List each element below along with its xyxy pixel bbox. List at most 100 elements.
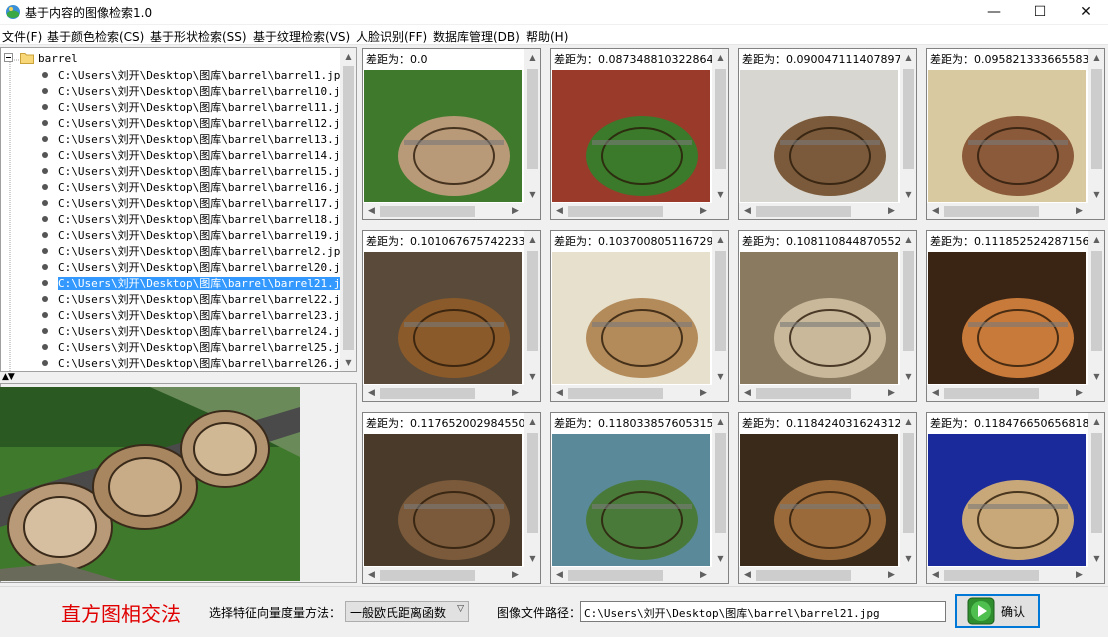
scroll-down-arrow-icon[interactable]: ▼ [712, 550, 728, 567]
scroll-left-arrow-icon[interactable]: ◀ [363, 567, 380, 583]
tile-vertical-scrollbar[interactable]: ▲ ▼ [900, 231, 916, 385]
tree-item[interactable]: C:\Users\刘开\Desktop\图库\barrel\barrel21.j… [42, 276, 355, 292]
result-tile[interactable]: 差距为：0.1010676757422335 ▲ ▼ ◀ ▶ [362, 230, 541, 402]
result-tile[interactable]: 差距为：0.09004711140789703 ▲ ▼ ◀ ▶ [738, 48, 917, 220]
confirm-button[interactable]: 确认 [955, 594, 1040, 628]
tile-horizontal-scrollbar[interactable]: ◀ ▶ [927, 203, 1088, 219]
result-tile[interactable]: 差距为：0.09582133366558362 ▲ ▼ ◀ ▶ [926, 48, 1105, 220]
scroll-thumb[interactable] [1091, 433, 1102, 533]
scroll-left-arrow-icon[interactable]: ◀ [739, 203, 756, 219]
scroll-thumb[interactable] [944, 570, 1039, 581]
scroll-up-arrow-icon[interactable]: ▲ [712, 231, 728, 248]
scroll-right-arrow-icon[interactable]: ▶ [695, 203, 712, 219]
result-tile[interactable]: 差距为：0.08734881032286425 ▲ ▼ ◀ ▶ [550, 48, 729, 220]
scroll-right-arrow-icon[interactable]: ▶ [507, 385, 524, 401]
tree-item[interactable]: C:\Users\刘开\Desktop\图库\barrel\barrel16.j… [42, 180, 354, 196]
tree-item[interactable]: C:\Users\刘开\Desktop\图库\barrel\barrel20.j… [42, 260, 354, 276]
scroll-thumb[interactable] [756, 570, 851, 581]
tile-horizontal-scrollbar[interactable]: ◀ ▶ [551, 385, 712, 401]
scroll-left-arrow-icon[interactable]: ◀ [927, 385, 944, 401]
menu-color-search[interactable]: 基于颜色检索(CS) [47, 28, 144, 45]
scroll-thumb[interactable] [903, 433, 914, 533]
scroll-right-arrow-icon[interactable]: ▶ [695, 385, 712, 401]
scroll-up-arrow-icon[interactable]: ▲ [524, 413, 540, 430]
image-path-input[interactable]: C:\Users\刘开\Desktop\图库\barrel\barrel21.j… [580, 601, 946, 622]
scroll-up-arrow-icon[interactable]: ▲ [524, 49, 540, 66]
menu-texture-search[interactable]: 基于纹理检索(VS) [253, 28, 350, 45]
tile-horizontal-scrollbar[interactable]: ◀ ▶ [927, 567, 1088, 583]
scroll-down-arrow-icon[interactable]: ▼ [524, 550, 540, 567]
tile-vertical-scrollbar[interactable]: ▲ ▼ [712, 231, 728, 385]
tile-horizontal-scrollbar[interactable]: ◀ ▶ [739, 203, 900, 219]
metric-select[interactable]: 一般欧氏距离函数 ▽ [345, 601, 469, 622]
scroll-up-arrow-icon[interactable]: ▲ [1088, 49, 1104, 66]
tile-vertical-scrollbar[interactable]: ▲ ▼ [900, 413, 916, 567]
tree-item[interactable]: C:\Users\刘开\Desktop\图库\barrel\barrel1.jp… [42, 68, 347, 84]
tile-vertical-scrollbar[interactable]: ▲ ▼ [524, 413, 540, 567]
scroll-thumb[interactable] [568, 570, 663, 581]
scroll-up-arrow-icon[interactable]: ▲ [900, 231, 916, 248]
scroll-up-arrow-icon[interactable]: ▲ [900, 413, 916, 430]
scroll-left-arrow-icon[interactable]: ◀ [927, 567, 944, 583]
menu-face-recognition[interactable]: 人脸识别(FF) [356, 28, 427, 45]
scroll-left-arrow-icon[interactable]: ◀ [927, 203, 944, 219]
tree-item[interactable]: C:\Users\刘开\Desktop\图库\barrel\barrel25.j… [42, 340, 354, 356]
scroll-thumb[interactable] [380, 570, 475, 581]
close-button[interactable]: ✕ [1063, 0, 1108, 24]
scroll-right-arrow-icon[interactable]: ▶ [1071, 203, 1088, 219]
scroll-left-arrow-icon[interactable]: ◀ [363, 385, 380, 401]
tree-item[interactable]: C:\Users\刘开\Desktop\图库\barrel\barrel15.j… [42, 164, 354, 180]
scroll-down-arrow-icon[interactable]: ▼ [340, 354, 356, 371]
scroll-thumb[interactable] [903, 251, 914, 351]
tile-vertical-scrollbar[interactable]: ▲ ▼ [1088, 413, 1104, 567]
scroll-thumb[interactable] [715, 433, 726, 533]
scroll-down-arrow-icon[interactable]: ▼ [524, 368, 540, 385]
scroll-thumb[interactable] [903, 69, 914, 169]
tree-item[interactable]: C:\Users\刘开\Desktop\图库\barrel\barrel23.j… [42, 308, 354, 324]
tile-horizontal-scrollbar[interactable]: ◀ ▶ [363, 385, 524, 401]
scroll-right-arrow-icon[interactable]: ▶ [1071, 567, 1088, 583]
scroll-down-arrow-icon[interactable]: ▼ [712, 186, 728, 203]
scroll-down-arrow-icon[interactable]: ▼ [1088, 186, 1104, 203]
result-tile[interactable]: 差距为：0.11842403162431232 ▲ ▼ ◀ ▶ [738, 412, 917, 584]
scroll-up-arrow-icon[interactable]: ▲ [712, 49, 728, 66]
scroll-up-arrow-icon[interactable]: ▲ [712, 413, 728, 430]
tree-item[interactable]: C:\Users\刘开\Desktop\图库\barrel\barrel18.j… [42, 212, 354, 228]
scroll-down-arrow-icon[interactable]: ▼ [712, 368, 728, 385]
menu-help[interactable]: 帮助(H) [526, 28, 568, 45]
result-tile[interactable]: 差距为：0.1081108448705524 ▲ ▼ ◀ ▶ [738, 230, 917, 402]
maximize-button[interactable]: ☐ [1017, 0, 1063, 24]
tile-vertical-scrollbar[interactable]: ▲ ▼ [524, 49, 540, 203]
scroll-down-arrow-icon[interactable]: ▼ [900, 550, 916, 567]
tree-item[interactable]: C:\Users\刘开\Desktop\图库\barrel\barrel10.j… [42, 84, 354, 100]
tile-horizontal-scrollbar[interactable]: ◀ ▶ [739, 385, 900, 401]
tree-item[interactable]: C:\Users\刘开\Desktop\图库\barrel\barrel26.j… [42, 356, 354, 371]
menu-file[interactable]: 文件(F) [2, 28, 42, 45]
result-tile[interactable]: 差距为：0.0 ▲ ▼ ◀ ▶ [362, 48, 541, 220]
scroll-right-arrow-icon[interactable]: ▶ [1071, 385, 1088, 401]
tree-item[interactable]: C:\Users\刘开\Desktop\图库\barrel\barrel24.j… [42, 324, 354, 340]
tree-root[interactable]: barrel [20, 51, 78, 67]
scroll-left-arrow-icon[interactable]: ◀ [551, 203, 568, 219]
scroll-thumb[interactable] [568, 388, 663, 399]
scroll-thumb[interactable] [527, 251, 538, 351]
tile-vertical-scrollbar[interactable]: ▲ ▼ [524, 231, 540, 385]
tree-item[interactable]: C:\Users\刘开\Desktop\图库\barrel\barrel13.j… [42, 132, 354, 148]
scroll-thumb[interactable] [944, 388, 1039, 399]
scroll-right-arrow-icon[interactable]: ▶ [695, 567, 712, 583]
tree-item[interactable]: C:\Users\刘开\Desktop\图库\barrel\barrel14.j… [42, 148, 354, 164]
menu-database[interactable]: 数据库管理(DB) [433, 28, 520, 45]
tree-item[interactable]: C:\Users\刘开\Desktop\图库\barrel\barrel19.j… [42, 228, 354, 244]
result-tile[interactable]: 差距为：0.11185252428715645 ▲ ▼ ◀ ▶ [926, 230, 1105, 402]
scroll-down-arrow-icon[interactable]: ▼ [900, 186, 916, 203]
scroll-right-arrow-icon[interactable]: ▶ [507, 203, 524, 219]
scroll-thumb[interactable] [1091, 251, 1102, 351]
scroll-right-arrow-icon[interactable]: ▶ [883, 203, 900, 219]
scroll-left-arrow-icon[interactable]: ◀ [363, 203, 380, 219]
scroll-down-arrow-icon[interactable]: ▼ [1088, 368, 1104, 385]
tile-horizontal-scrollbar[interactable]: ◀ ▶ [363, 203, 524, 219]
scroll-right-arrow-icon[interactable]: ▶ [883, 385, 900, 401]
scroll-up-arrow-icon[interactable]: ▲ [1088, 231, 1104, 248]
tile-horizontal-scrollbar[interactable]: ◀ ▶ [739, 567, 900, 583]
scroll-thumb[interactable] [1091, 69, 1102, 169]
